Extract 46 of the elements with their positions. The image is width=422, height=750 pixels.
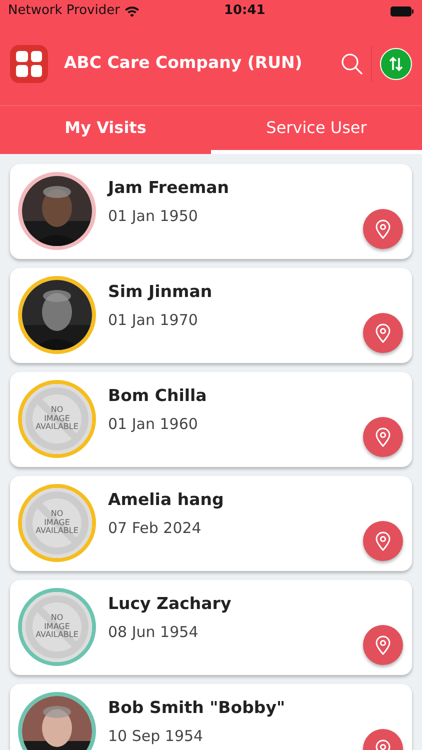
- battery-icon: [390, 6, 414, 16]
- user-name: Amelia hang: [108, 489, 224, 511]
- birth-date: 01 Jan 1970: [108, 310, 199, 331]
- app-logo: [10, 44, 48, 82]
- location-button[interactable]: [363, 209, 403, 249]
- app-title: ABC Care Company (RUN): [64, 52, 302, 74]
- service-user-card[interactable]: NO IMAGE AVAILABLE Lucy Zachary 08 Jun 1954: [10, 580, 412, 675]
- no-image-text: NO: [50, 510, 64, 519]
- location-button[interactable]: [363, 313, 403, 353]
- search-icon[interactable]: [341, 52, 363, 74]
- service-user-card[interactable]: Sim Jinman 01 Jan 1970: [10, 268, 412, 363]
- no-image-text: AVAILABLE: [36, 631, 78, 640]
- clock-time: 10:41: [224, 2, 266, 20]
- no-image-text: IMAGE: [44, 518, 70, 527]
- location-pin-icon: [375, 219, 391, 239]
- birth-date: 01 Jan 1960: [108, 414, 199, 435]
- user-name: Bom Chilla: [108, 385, 207, 407]
- service-user-card[interactable]: Bob Smith "Bobby" 10 Sep 1954: [10, 684, 412, 750]
- location-pin-icon: [375, 427, 391, 447]
- location-pin-icon: [375, 635, 391, 655]
- no-image-text: AVAILABLE: [36, 527, 78, 536]
- user-name: Lucy Zachary: [108, 593, 232, 615]
- location-pin-icon: [375, 531, 391, 551]
- up-down-arrows-icon: [388, 56, 404, 72]
- location-pin-icon: [375, 323, 391, 343]
- no-image-text: IMAGE: [44, 414, 70, 423]
- location-button[interactable]: [363, 625, 403, 665]
- no-image-text: AVAILABLE: [36, 423, 78, 432]
- birth-date: 08 Jun 1954: [108, 622, 200, 643]
- birth-date: 10 Sep 1954: [108, 726, 204, 747]
- birth-date: 07 Feb 2024: [108, 518, 202, 539]
- user-name: Bob Smith "Bobby": [108, 697, 286, 719]
- location-button[interactable]: [363, 417, 403, 457]
- user-name: Sim Jinman: [108, 281, 212, 303]
- birth-date: 01 Jan 1950: [108, 206, 199, 227]
- wifi-icon: [124, 5, 140, 17]
- no-image-text: NO: [50, 614, 64, 623]
- user-name: Jam Freeman: [108, 177, 230, 199]
- service-user-card[interactable]: Jam Freeman 01 Jan 1950: [10, 164, 412, 259]
- carrier-name: Network Provider: [8, 2, 120, 20]
- no-image-text: IMAGE: [44, 622, 70, 631]
- no-image-text: NO: [50, 406, 64, 415]
- location-button[interactable]: [363, 521, 403, 561]
- service-user-card[interactable]: NO IMAGE AVAILABLE Amelia hang 07 Feb 2024: [10, 476, 412, 571]
- service-user-card[interactable]: NO IMAGE AVAILABLE Bom Chilla 01 Jan 1960: [10, 372, 412, 467]
- sync-button[interactable]: [380, 48, 412, 80]
